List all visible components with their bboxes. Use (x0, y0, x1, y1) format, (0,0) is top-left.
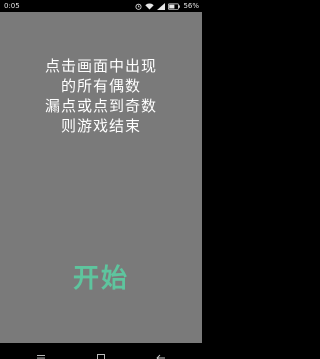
status-bar: 0:05 56% (0, 0, 202, 12)
battery-icon (168, 3, 181, 10)
back-icon[interactable] (156, 347, 166, 359)
instruction-line: 则游戏结束 (60, 117, 141, 135)
wifi-icon (145, 2, 155, 10)
status-time: 0:05 (4, 2, 20, 10)
phone-screen: 0:05 56% 点击画面中出现 的所有偶数 漏点或点到奇数 则游戏结束 开始 (0, 0, 202, 359)
home-icon[interactable] (96, 347, 106, 359)
menu-icon[interactable] (36, 347, 46, 359)
instruction-line: 点击画面中出现 (44, 57, 157, 75)
start-button[interactable]: 开始 (56, 262, 146, 296)
instruction-line: 的所有偶数 (60, 77, 141, 95)
instruction-line: 漏点或点到奇数 (44, 97, 157, 115)
navigation-bar (0, 343, 202, 359)
status-icons: 56% (135, 0, 199, 12)
battery-percentage: 56% (183, 2, 199, 10)
alarm-icon (135, 3, 142, 10)
game-area[interactable]: 点击画面中出现 的所有偶数 漏点或点到奇数 则游戏结束 开始 (0, 12, 202, 343)
signal-icon (157, 2, 166, 10)
instructions-text: 点击画面中出现 的所有偶数 漏点或点到奇数 则游戏结束 (0, 56, 202, 136)
